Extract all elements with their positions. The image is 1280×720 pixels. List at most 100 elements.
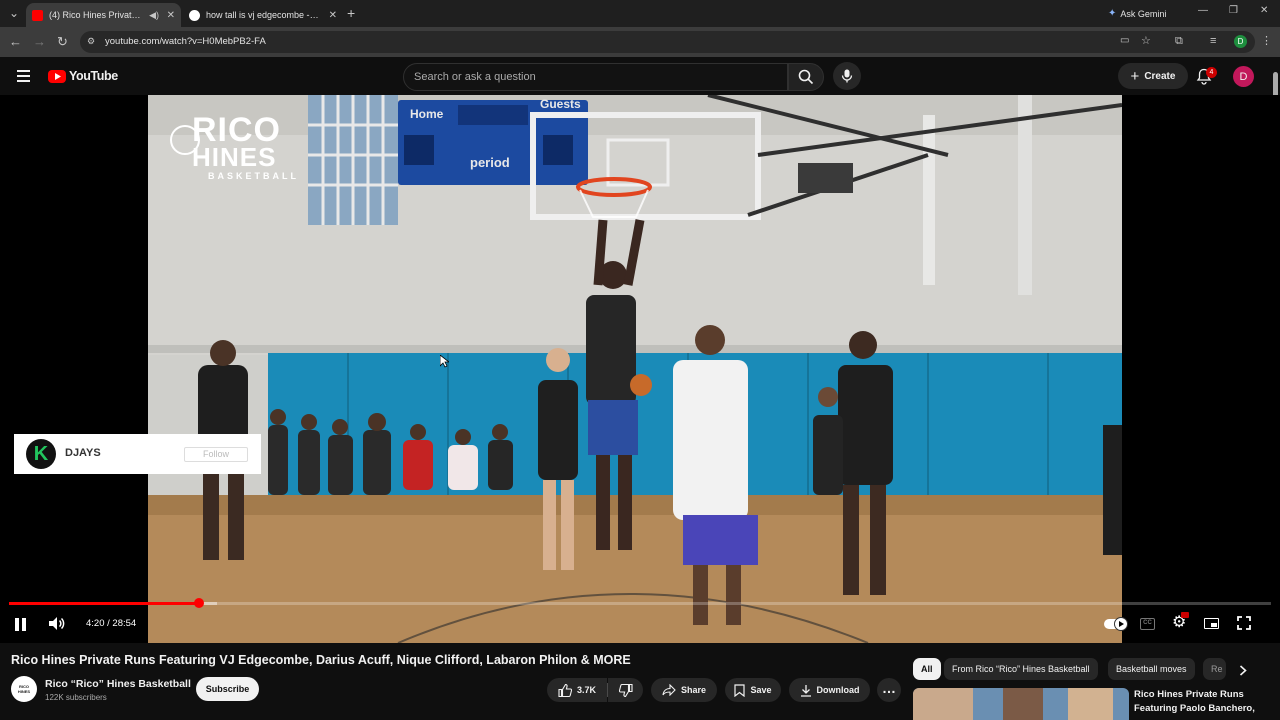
close-tab-icon[interactable]: ✕ — [167, 10, 175, 21]
forward-icon[interactable]: → — [33, 35, 46, 48]
search-icon — [798, 69, 814, 85]
like-count: 3.7K — [576, 685, 596, 695]
overlay-card[interactable]: K DJAYS Follow — [14, 434, 261, 474]
audio-playing-icon[interactable]: ◀) — [149, 10, 159, 21]
bookmark-star-icon[interactable]: ☆ — [1141, 34, 1151, 47]
thumbs-down-icon — [618, 683, 633, 697]
video-frame[interactable]: RICO HINES BASKETBALL Home Guests period — [148, 95, 1122, 643]
recommended-thumbnail[interactable] — [913, 688, 1129, 720]
address-bar[interactable]: ⚙ youtube.com/watch?v=H0MebPB2-FA ▭ ☆ — [80, 31, 1255, 53]
url-text: youtube.com/watch?v=H0MebPB2-FA — [105, 36, 266, 47]
volume-button[interactable] — [48, 616, 65, 636]
channel-avatar[interactable]: RICO HINES — [11, 676, 37, 702]
share-icon — [662, 684, 676, 696]
search-input[interactable]: Search or ask a question — [403, 63, 788, 91]
tab-search-icon[interactable]: ⌄ — [9, 7, 19, 19]
youtube-play-icon — [48, 69, 66, 83]
settings-button[interactable]: ⚙ — [1172, 612, 1190, 632]
subtitles-button[interactable]: CC — [1140, 618, 1155, 630]
new-tab-icon[interactable]: + — [347, 6, 355, 20]
scoreboard-guests-label: Guests — [540, 97, 581, 111]
voice-search-button[interactable] — [833, 62, 861, 90]
ask-gemini-label: Ask Gemini — [1120, 8, 1167, 19]
restore-icon[interactable]: ❐ — [1229, 6, 1238, 16]
search-button[interactable] — [788, 63, 824, 91]
close-tab-icon[interactable]: ✕ — [329, 10, 337, 21]
hd-badge — [1181, 612, 1189, 618]
watermark-line2: HINES — [192, 142, 277, 172]
thumbs-up-icon — [558, 683, 572, 697]
progress-bar[interactable] — [9, 598, 1271, 608]
chip-basketball-moves[interactable]: Basketball moves — [1108, 658, 1195, 680]
google-favicon — [189, 9, 200, 21]
plus-icon: + — [1130, 67, 1140, 85]
fullscreen-button[interactable] — [1237, 616, 1251, 635]
overlay-channel-logo: K — [26, 439, 56, 469]
hamburger-menu-icon[interactable] — [17, 70, 30, 82]
share-label: Share — [680, 685, 706, 695]
volume-icon — [49, 617, 65, 630]
chevron-right-icon — [1239, 664, 1247, 676]
played-bar — [9, 602, 199, 605]
fullscreen-icon — [1237, 616, 1251, 630]
overlay-follow-button[interactable]: Follow — [184, 447, 248, 462]
more-horizontal-icon: … — [882, 680, 896, 696]
save-button[interactable]: Save — [725, 678, 781, 702]
miniplayer-button[interactable] — [1204, 618, 1219, 629]
pause-button[interactable] — [15, 618, 27, 631]
channel-avatar-text: RICO HINES — [17, 684, 31, 694]
notification-count-badge: 4 — [1206, 67, 1217, 78]
ask-gemini-button[interactable]: ✦ Ask Gemini — [1108, 6, 1166, 21]
chips-next-button[interactable] — [1233, 660, 1253, 680]
autoplay-toggle[interactable] — [1104, 617, 1128, 631]
account-avatar[interactable]: D — [1233, 66, 1254, 87]
subscribe-label: Subscribe — [205, 684, 250, 694]
gemini-icon: ✦ — [1108, 8, 1117, 19]
create-label: Create — [1144, 70, 1176, 82]
video-title: Rico Hines Private Runs Featuring VJ Edg… — [11, 653, 631, 667]
install-app-icon[interactable]: ▭ — [1120, 35, 1129, 46]
subscribe-button[interactable]: Subscribe — [196, 677, 259, 701]
save-label: Save — [750, 685, 772, 695]
tab-title: how tall is vj edgecombe - Goo — [206, 10, 321, 20]
recommended-title-line1[interactable]: Rico Hines Private Runs — [1134, 689, 1244, 700]
bookmark-icon — [734, 683, 746, 697]
watermark-line3: BASKETBALL — [208, 171, 299, 181]
dislike-button[interactable] — [608, 678, 643, 702]
reload-icon[interactable]: ↻ — [57, 35, 68, 48]
browser-profile-avatar[interactable]: D — [1234, 35, 1247, 48]
site-info-icon[interactable]: ⚙ — [87, 36, 95, 47]
tab-google-search[interactable]: how tall is vj edgecombe - Goo ✕ — [183, 3, 343, 27]
browser-menu-icon[interactable]: ⋮ — [1261, 36, 1272, 47]
scrubber-handle[interactable] — [193, 598, 204, 608]
youtube-logo[interactable]: YouTube — [48, 69, 118, 83]
channel-watermark: RICO HINES BASKETBALL — [170, 113, 310, 183]
chip-from-channel[interactable]: From Rico “Rico” Hines Basketball — [944, 658, 1098, 680]
youtube-favicon — [32, 9, 43, 21]
create-button[interactable]: + Create — [1118, 63, 1188, 89]
profile-initial: D — [1237, 37, 1244, 46]
share-button[interactable]: Share — [651, 678, 717, 702]
video-player[interactable]: RICO HINES BASKETBALL Home Guests period… — [0, 95, 1280, 643]
channel-name[interactable]: Rico “Rico” Hines Basketball — [45, 678, 191, 690]
download-icon — [800, 684, 811, 697]
subscriber-count: 122K subscribers — [45, 693, 107, 702]
close-window-icon[interactable]: ✕ — [1260, 6, 1268, 16]
more-actions-button[interactable]: … — [877, 678, 901, 702]
scoreboard-home-label: Home — [410, 107, 444, 121]
minimize-icon[interactable]: — — [1198, 6, 1208, 16]
chip-all[interactable]: All — [913, 658, 941, 680]
chip-related[interactable]: Re — [1203, 658, 1226, 680]
autoplay-knob — [1114, 617, 1128, 631]
recommended-title-line2[interactable]: Featuring Paolo Banchero, — [1134, 703, 1255, 714]
browser-tab-strip: ⌄ (4) Rico Hines Private Runs ◀) ✕ how t… — [0, 0, 1280, 27]
media-controls-icon[interactable]: ≡ — [1210, 36, 1216, 47]
time-display: 4:20 / 28:54 — [86, 618, 137, 629]
microphone-icon — [841, 69, 853, 83]
extensions-icon[interactable]: ⧉ — [1175, 36, 1183, 47]
back-icon[interactable]: ← — [9, 35, 22, 48]
mouse-cursor-icon — [440, 355, 449, 368]
download-button[interactable]: Download — [789, 678, 870, 702]
tab-youtube-video[interactable]: (4) Rico Hines Private Runs ◀) ✕ — [26, 3, 181, 27]
like-button[interactable]: 3.7K — [547, 678, 607, 702]
